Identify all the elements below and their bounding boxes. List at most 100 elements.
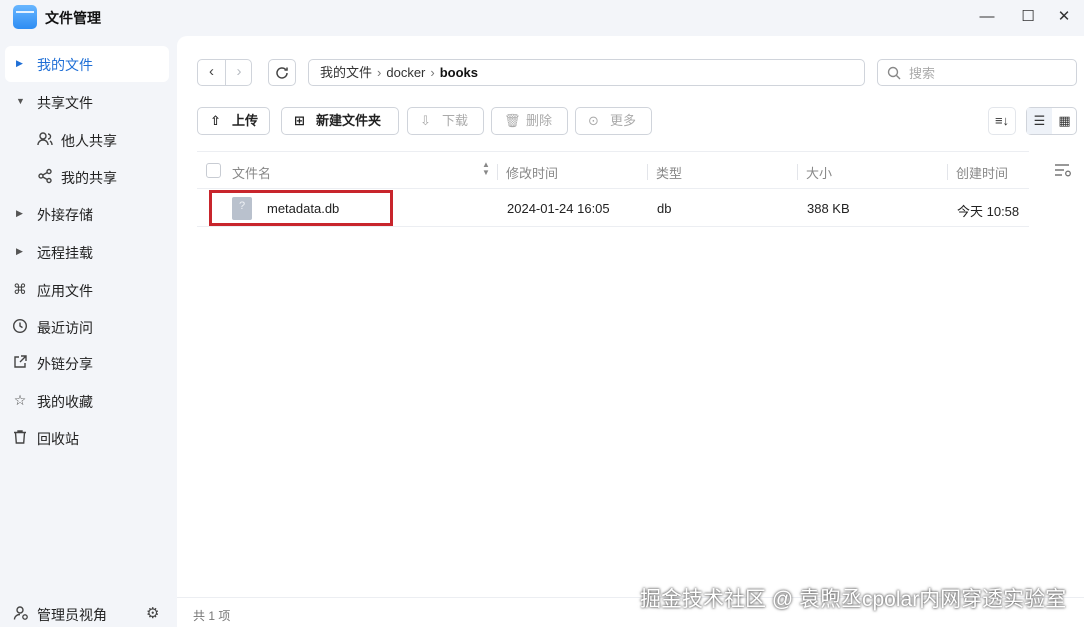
back-button[interactable]: ‹ [198, 60, 225, 85]
more-label: 更多 [610, 113, 637, 128]
sort-button[interactable]: ≡↓ [988, 107, 1016, 135]
external-link-icon [12, 354, 28, 370]
delete-button[interactable]: 🗑 删除 [491, 107, 568, 135]
select-all-checkbox[interactable] [206, 163, 221, 178]
breadcrumb-current[interactable]: books [440, 65, 478, 80]
upload-icon: ⇧ [210, 113, 221, 128]
new-folder-label: 新建文件夹 [316, 113, 382, 128]
file-size: 388 KB [807, 201, 850, 216]
download-icon: ⇩ [420, 113, 431, 128]
sidebar-item-label: 我的文件 [37, 57, 93, 73]
list-view-icon: ☰ [1033, 113, 1046, 128]
sidebar-item-label: 他人共享 [61, 133, 117, 149]
download-button[interactable]: ⇩ 下载 [407, 107, 484, 135]
column-header-size[interactable]: 大小 [806, 163, 832, 182]
column-header-name[interactable]: 文件名 [232, 163, 271, 182]
folder-logo-icon [13, 5, 37, 29]
file-type: db [657, 201, 672, 216]
close-button[interactable]: ✕ [1052, 6, 1076, 28]
search-icon [887, 64, 901, 83]
sidebar-item-my-files[interactable]: ▶ 我的文件 [5, 46, 169, 82]
item-count: 共 1 项 [193, 609, 231, 623]
caret-right-icon: ▶ [16, 208, 23, 218]
caret-right-icon: ▶ [16, 246, 23, 256]
more-button[interactable]: ⊙ 更多 [575, 107, 652, 135]
forward-button[interactable]: › [225, 60, 252, 85]
delete-label: 删除 [526, 113, 553, 128]
caret-down-icon: ▼ [16, 96, 25, 106]
history-nav: ‹ › [197, 59, 252, 86]
search-box [877, 59, 1077, 86]
new-folder-button[interactable]: ⊞ 新建文件夹 [281, 107, 399, 135]
gear-icon[interactable]: ⚙ [146, 604, 159, 622]
admin-view-label[interactable]: 管理员视角 [37, 605, 107, 625]
sidebar-item-shared-files[interactable]: ▼ 共享文件 [5, 84, 169, 120]
column-header-type[interactable]: 类型 [656, 163, 682, 182]
share-icon [37, 168, 53, 184]
table-header: 文件名 ▲ ▼ 修改时间 类型 大小 创建时间 [197, 151, 1029, 189]
sidebar-item-label: 共享文件 [37, 95, 93, 111]
upload-button[interactable]: ⇧ 上传 [197, 107, 270, 135]
maximize-button[interactable]: ☐ [1016, 6, 1040, 28]
sort-arrows-icon[interactable]: ▲ ▼ [482, 161, 490, 177]
trash-icon: 🗑 [504, 113, 521, 128]
admin-user-icon [13, 605, 29, 624]
sidebar-item-remote-mount[interactable]: ▶ 远程挂载 [5, 234, 169, 270]
column-divider[interactable] [647, 164, 648, 180]
column-divider[interactable] [947, 164, 948, 180]
sidebar-item-app-files[interactable]: ⌘ 应用文件 [5, 272, 169, 308]
sidebar-item-label: 我的共享 [61, 170, 117, 186]
minimize-button[interactable]: — [975, 6, 999, 28]
sidebar-item-recent[interactable]: 最近访问 [5, 309, 169, 345]
sidebar-item-label: 远程挂载 [37, 245, 93, 261]
trash-icon [12, 429, 28, 445]
sidebar-item-recycle-bin[interactable]: 回收站 [5, 420, 169, 456]
breadcrumb: 我的文件 › docker › books [308, 59, 865, 86]
sort-icon: ≡↓ [994, 113, 1010, 128]
annotation-highlight-box [209, 190, 393, 226]
app-title: 文件管理 [45, 10, 101, 26]
title-bar: 文件管理 — ☐ ✕ [0, 0, 1084, 36]
column-divider[interactable] [497, 164, 498, 180]
chevron-right-icon: › [430, 65, 435, 80]
download-label: 下载 [442, 113, 469, 128]
command-icon: ⌘ [13, 281, 27, 297]
search-input[interactable] [909, 63, 1069, 83]
more-icon: ⊙ [588, 113, 599, 128]
list-view-button[interactable]: ☰ [1027, 108, 1052, 134]
watermark: 掘金技术社区 @ 袁煦丞cpolar内网穿透实验室 [640, 588, 1067, 611]
column-header-modified[interactable]: 修改时间 [506, 163, 558, 182]
sidebar-item-favorites[interactable]: ☆ 我的收藏 [5, 383, 169, 419]
grid-view-button[interactable]: ▦ [1052, 108, 1077, 134]
sidebar-item-label: 应用文件 [37, 283, 93, 299]
folder-plus-icon: ⊞ [294, 113, 305, 128]
sidebar-item-my-shares[interactable]: 我的共享 [5, 159, 169, 195]
sidebar-item-label: 外链分享 [37, 356, 93, 372]
column-header-created[interactable]: 创建时间 [956, 163, 1008, 182]
chevron-right-icon: › [377, 65, 382, 80]
caret-right-icon: ▶ [16, 58, 23, 68]
refresh-button[interactable] [268, 59, 296, 86]
admin-view-footer: 管理员视角 ⚙ [0, 597, 177, 627]
sidebar-item-external-links[interactable]: 外链分享 [5, 345, 169, 381]
grid-view-icon: ▦ [1058, 113, 1071, 128]
refresh-icon [276, 67, 288, 79]
star-icon: ☆ [13, 392, 27, 408]
people-icon [37, 131, 53, 147]
sidebar-item-external-storage[interactable]: ▶ 外接存储 [5, 196, 169, 232]
view-toggle: ☰ ▦ [1026, 107, 1077, 135]
column-divider[interactable] [797, 164, 798, 180]
clock-icon [12, 318, 28, 334]
file-modified: 2024-01-24 16:05 [507, 201, 610, 216]
upload-label: 上传 [232, 113, 259, 128]
breadcrumb-item[interactable]: 我的文件 [320, 65, 372, 80]
sidebar-item-label: 回收站 [37, 431, 79, 447]
sidebar: ▶ 我的文件 ▼ 共享文件 他人共享 我的共享 ▶ 外接存储 ▶ 远程挂载 ⌘ … [0, 36, 177, 627]
sidebar-item-label: 外接存储 [37, 207, 93, 223]
file-created: 今天 10:58 [957, 204, 1020, 219]
sidebar-item-shared-with-me[interactable]: 他人共享 [5, 122, 169, 158]
breadcrumb-item[interactable]: docker [386, 65, 425, 80]
main-panel: ‹ › 我的文件›docker›books ⇧ 上传 ⊞ 新建文件夹 ⇩ 下载 … [177, 36, 1084, 597]
sidebar-item-label: 我的收藏 [37, 394, 93, 410]
column-settings-icon[interactable] [1054, 162, 1072, 181]
